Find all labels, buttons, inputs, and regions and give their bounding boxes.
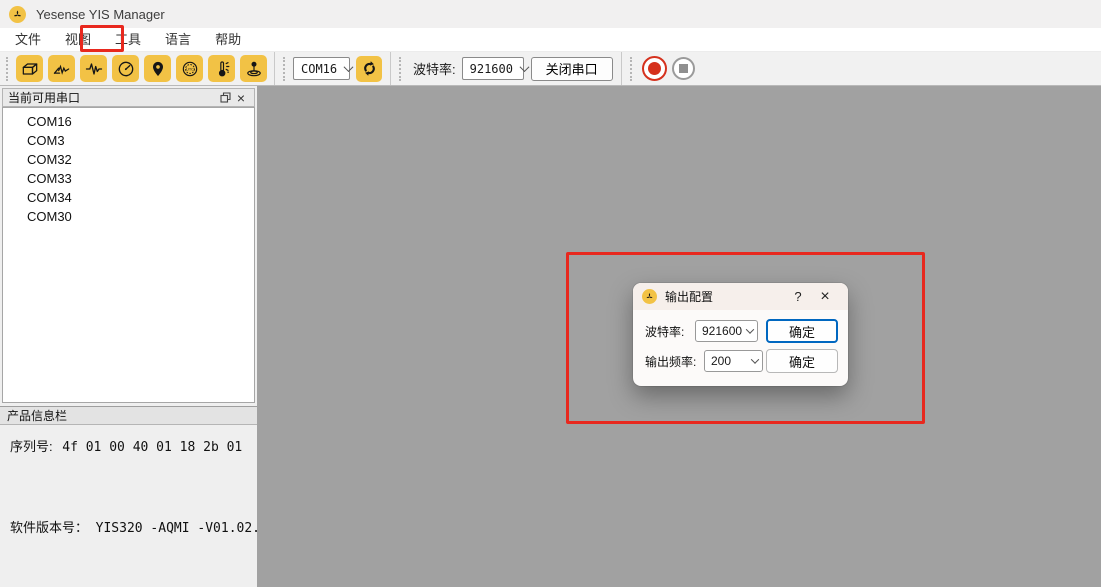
toolbar: UTC COM16 波特率: 921600 关闭串口	[0, 52, 1101, 86]
barometer-button[interactable]	[240, 55, 267, 82]
software-version-label: 软件版本号：	[10, 520, 88, 535]
menu-tools[interactable]: 工具	[110, 28, 146, 52]
dialog-title: 输出配置	[665, 288, 785, 305]
location-pin-button[interactable]	[144, 55, 171, 82]
record-icon	[648, 62, 661, 75]
software-version-line: 软件版本号： YIS320 -AQMI -V01.02.03;	[10, 517, 283, 536]
stop-button[interactable]	[672, 57, 695, 80]
dialog-logo-icon	[642, 289, 657, 304]
baud-rate-select[interactable]: 921600	[462, 57, 524, 80]
svg-text:UTC: UTC	[186, 67, 194, 71]
port-list-item[interactable]: COM34	[3, 188, 254, 207]
output-config-dialog: 输出配置 ? × 波特率: 921600 确定 输出频率: 200 确定	[633, 283, 848, 386]
baud-rate-value: 921600	[470, 62, 513, 76]
float-panel-button[interactable]	[217, 90, 233, 105]
chevron-down-icon	[746, 325, 754, 333]
toolbar-separator	[274, 52, 275, 85]
dialog-freq-value: 200	[711, 354, 731, 368]
available-ports-list: COM16 COM3 COM32 COM33 COM34 COM30	[2, 107, 255, 403]
com-port-value: COM16	[301, 62, 337, 76]
menu-file[interactable]: 文件	[10, 28, 46, 52]
dialog-freq-ok-button[interactable]: 确定	[766, 349, 838, 373]
port-list-item[interactable]: COM32	[3, 150, 254, 169]
menu-view[interactable]: 视图	[60, 28, 96, 52]
serial-port-dock-panel: 当前可用串口 × COM16 COM3 COM32 COM33 COM34 CO…	[0, 86, 257, 587]
port-list-item[interactable]: COM16	[3, 112, 254, 131]
dialog-baud-label: 波特率:	[645, 323, 684, 340]
dialog-close-button[interactable]: ×	[811, 283, 839, 310]
toolbar-grip[interactable]	[630, 57, 635, 81]
chevron-down-icon	[344, 62, 354, 72]
thermometer-button[interactable]	[208, 55, 235, 82]
waveform-button[interactable]	[80, 55, 107, 82]
refresh-ports-button[interactable]	[356, 56, 382, 82]
utc-clock-button[interactable]: UTC	[176, 55, 203, 82]
stop-icon	[679, 64, 688, 73]
chevron-down-icon	[751, 355, 759, 363]
serial-number-line: 序列号: 4f 01 00 40 01 18 2b 01	[10, 436, 242, 455]
window-title: Yesense YIS Manager	[36, 7, 165, 22]
app-window: Yesense YIS Manager 文件 视图 工具 语言 帮助 UTC	[0, 0, 1101, 587]
port-list-item[interactable]: COM30	[3, 207, 254, 226]
dock-panel-title: 当前可用串口	[8, 89, 217, 106]
port-list-item[interactable]: COM3	[3, 131, 254, 150]
baud-rate-label: 波特率:	[413, 59, 456, 78]
dialog-help-button[interactable]: ?	[785, 289, 811, 304]
toolbar-grip[interactable]	[283, 57, 288, 81]
3d-view-button[interactable]	[16, 55, 43, 82]
dock-panel-header: 当前可用串口 ×	[2, 88, 255, 107]
product-info-header: 产品信息栏	[0, 406, 257, 425]
com-port-select[interactable]: COM16	[293, 57, 350, 80]
serial-number-value: 4f 01 00 40 01 18 2b 01	[62, 440, 242, 455]
menubar: 文件 视图 工具 语言 帮助	[0, 28, 1101, 52]
dialog-baud-ok-button[interactable]: 确定	[766, 319, 838, 343]
dialog-titlebar: 输出配置 ? ×	[633, 283, 848, 310]
menu-language[interactable]: 语言	[160, 28, 196, 52]
dialog-baud-value: 921600	[702, 324, 742, 338]
software-version-value: YIS320 -AQMI -V01.02.03;	[96, 521, 284, 536]
gauge-button[interactable]	[112, 55, 139, 82]
port-list-item[interactable]: COM33	[3, 169, 254, 188]
dialog-freq-label: 输出频率:	[645, 353, 696, 370]
menu-help[interactable]: 帮助	[210, 28, 246, 52]
dialog-baud-select[interactable]: 921600	[695, 320, 758, 342]
attitude-waveform-button[interactable]	[48, 55, 75, 82]
dialog-freq-select[interactable]: 200	[704, 350, 763, 372]
toolbar-separator	[390, 52, 391, 85]
toolbar-grip[interactable]	[6, 57, 11, 81]
toolbar-grip[interactable]	[399, 57, 404, 81]
toolbar-separator	[621, 52, 622, 85]
close-serial-port-button[interactable]: 关闭串口	[531, 57, 613, 81]
serial-number-label: 序列号:	[10, 439, 53, 454]
app-logo-icon	[9, 6, 26, 23]
close-panel-button[interactable]: ×	[233, 90, 249, 105]
chevron-down-icon	[520, 62, 530, 72]
titlebar: Yesense YIS Manager	[0, 0, 1101, 28]
record-button[interactable]	[642, 56, 667, 81]
